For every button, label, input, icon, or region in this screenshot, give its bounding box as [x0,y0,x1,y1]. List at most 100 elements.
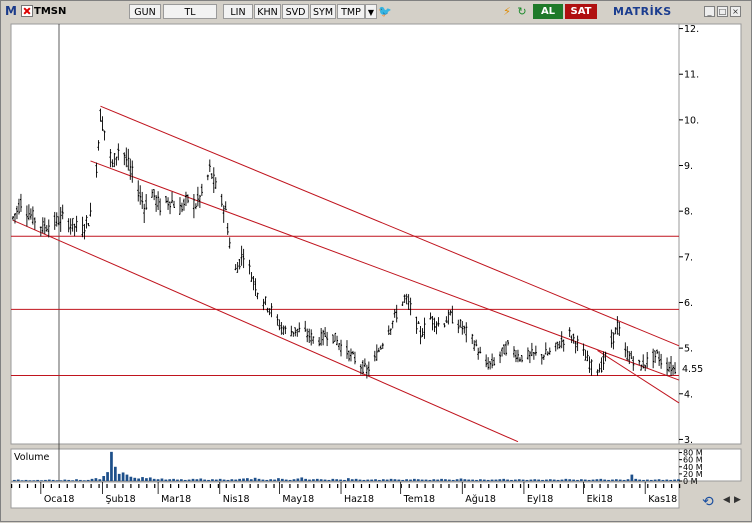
volume-bar [560,479,564,481]
time-axis-tick [297,484,299,488]
y-tick-label: 11. [684,70,699,81]
y-tick-label: 10. [684,115,699,126]
time-axis-tick [273,484,275,488]
volume-bar [82,480,86,481]
month-tick-label: Eki18 [587,494,613,505]
volume-bar [350,479,354,481]
price-plot-area [10,23,680,445]
volume-bar [607,479,610,481]
volume-bar [673,479,676,481]
volume-bar [545,479,548,481]
volume-bar [242,478,245,481]
volume-bar [67,479,71,481]
volume-bar [498,479,502,481]
time-axis-tick [138,484,140,488]
time-axis-tick [122,484,124,488]
time-axis-tick [424,484,426,488]
volume-bar [471,479,474,481]
volume-bar [323,479,327,481]
volume-bar [148,477,152,481]
volume-bar [533,479,537,481]
time-axis-tick [146,484,148,488]
volume-bar [653,479,657,481]
volume-bar [75,479,78,481]
volume-bar [218,478,222,481]
volume-bar [358,479,362,481]
volume-bar [117,473,121,481]
time-axis-tick [543,484,546,488]
volume-bar [638,479,641,481]
status-bar [3,509,749,521]
scroll-left-icon[interactable]: ◀ [723,495,730,505]
time-axis-tick [535,484,538,488]
volume-bar [319,479,323,481]
volume-bar [71,480,74,481]
scroll-right-icon[interactable]: ▶ [734,495,741,505]
volume-bar [424,479,428,481]
time-axis-tick [321,484,323,488]
volume-bar [156,479,160,481]
volume-bar [572,479,575,481]
volume-bar [626,479,630,481]
y-tick-label: 7. [684,252,693,263]
time-axis-tick [90,484,92,488]
time-axis-tick [50,484,52,488]
volume-bar [347,478,350,481]
volume-bar [618,479,622,481]
volume-bar [552,479,556,481]
y-tick-label: 8. [684,207,693,218]
sync-icon[interactable]: ⟲ [702,494,714,510]
volume-bar [467,479,471,481]
time-axis-tick [671,484,673,488]
time-axis-tick [607,484,609,488]
volume-bar [568,479,572,481]
time-axis-tick [66,484,68,488]
volume-bar [432,479,436,481]
time-axis-tick [26,484,29,488]
time-axis-tick [432,484,434,488]
volume-bar [280,478,284,481]
volume-bar [164,479,168,481]
price-chart: 3.4.5.6.7.8.9.10.11.12.4.55Volume 80 M60 … [10,23,742,510]
volume-bar [110,451,113,481]
volume-bar [475,479,478,481]
volume-bar [180,479,183,481]
time-axis-tick [337,484,339,488]
price-axis-area [678,23,742,445]
time-axis-tick [567,484,569,488]
time-axis-tick [591,484,593,488]
time-axis-tick [209,484,212,488]
volume-bar [121,472,125,481]
volume-bar [141,477,144,481]
y-tick-label: 6. [684,298,693,309]
volume-bar [195,479,199,481]
volume-bar [385,479,389,481]
time-axis-tick [551,484,553,488]
volume-bar [416,479,420,481]
volume-bar [47,479,51,481]
volume-bar [339,479,342,481]
volume-bar [113,466,117,481]
volume-bar [529,479,533,481]
volume-bar [211,479,214,481]
volume-bar [564,478,568,481]
time-axis-tick [11,484,13,488]
volume-bar [482,479,486,481]
time-axis-tick [639,484,641,488]
volume-bar [133,477,137,481]
volume-bar [494,479,498,481]
volume-bar [389,478,393,481]
volume-bar [16,479,20,481]
volume-bar [300,477,304,481]
volume-bar [580,479,583,481]
month-tick-label: Oca18 [44,494,75,505]
time-axis-tick [281,484,283,488]
volume-bar [517,479,521,481]
time-axis-tick [488,484,490,488]
volume-bar [661,479,665,481]
volume-bar [447,479,451,481]
volume-bar [366,479,370,481]
month-tick-label: Nis18 [223,494,250,505]
volume-bar [273,479,276,481]
volume-bar [525,479,529,481]
